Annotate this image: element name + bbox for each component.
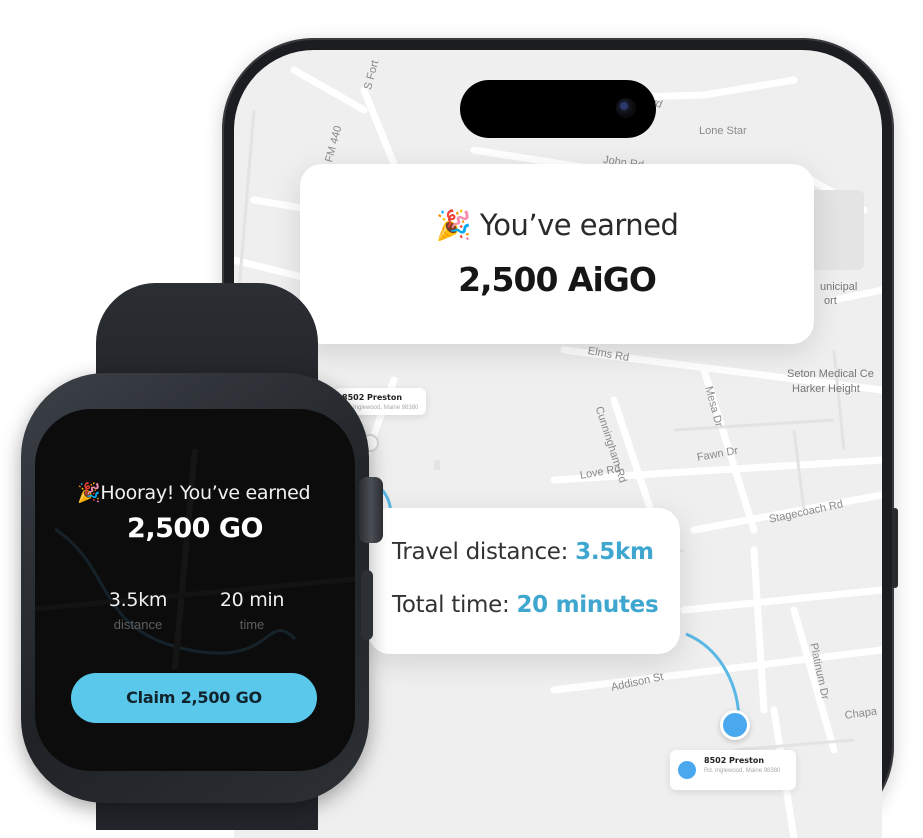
poi-label: Harker Height [792, 383, 860, 395]
travel-distance-row: Travel distance: 3.5km [392, 539, 654, 565]
earned-title: 🎉 You’ve earned [300, 208, 814, 243]
watch-title-text: Hooray! You’ve earned [100, 482, 311, 504]
time-label: Total time: [392, 592, 510, 618]
time-stat: 20 min time [205, 589, 299, 632]
dynamic-island [460, 80, 656, 138]
street-label: Lone Star [699, 125, 747, 137]
earned-amount: 2,500 AiGO [458, 260, 657, 299]
claim-button[interactable]: Claim 2,500 GO [71, 673, 317, 723]
destination-pin-icon [678, 761, 696, 779]
time-value: 20 minutes [516, 592, 659, 618]
destination-pin-label[interactable]: 8502 Preston Rd. Inglewood, Maine 98380 [670, 750, 796, 790]
poi-label: unicipal [820, 281, 858, 293]
party-popper-icon: 🎉 [77, 482, 101, 504]
digital-crown[interactable] [359, 477, 383, 543]
watch-screen: 🎉Hooray! You’ve earned 2,500 GO 3.5km di… [35, 409, 355, 771]
earned-card: 🎉 You’ve earned 2,500 AiGO [300, 164, 814, 344]
front-camera [616, 98, 636, 118]
distance-stat: 3.5km distance [93, 589, 183, 632]
distance-value: 3.5km [575, 539, 654, 565]
pin-title: 8502 Preston [704, 756, 765, 765]
time-stat-label: time [239, 617, 265, 632]
pin-title: 8502 Preston [342, 393, 403, 402]
destination-marker[interactable] [720, 710, 750, 740]
total-time-row: Total time: 20 minutes [392, 592, 659, 618]
poi-label: ort [824, 295, 837, 307]
earned-title-text: You’ve earned [479, 208, 679, 242]
distance-stat-value: 3.5km [108, 589, 168, 611]
time-stat-value: 20 min [219, 589, 285, 611]
party-popper-icon: 🎉 [435, 208, 472, 242]
distance-stat-label: distance [113, 617, 163, 632]
trip-info-card: Travel distance: 3.5km Total time: 20 mi… [368, 508, 680, 654]
pin-subtitle: Rd. Inglewood, Maine 98380 [704, 768, 781, 774]
watch-title: 🎉Hooray! You’ve earned [77, 481, 311, 504]
poi-label: Seton Medical Ce [787, 368, 874, 380]
distance-label: Travel distance: [392, 539, 569, 565]
phone-side-button [892, 508, 898, 588]
watch-amount: 2,500 GO [127, 513, 263, 544]
watch-side-button[interactable] [361, 570, 373, 640]
